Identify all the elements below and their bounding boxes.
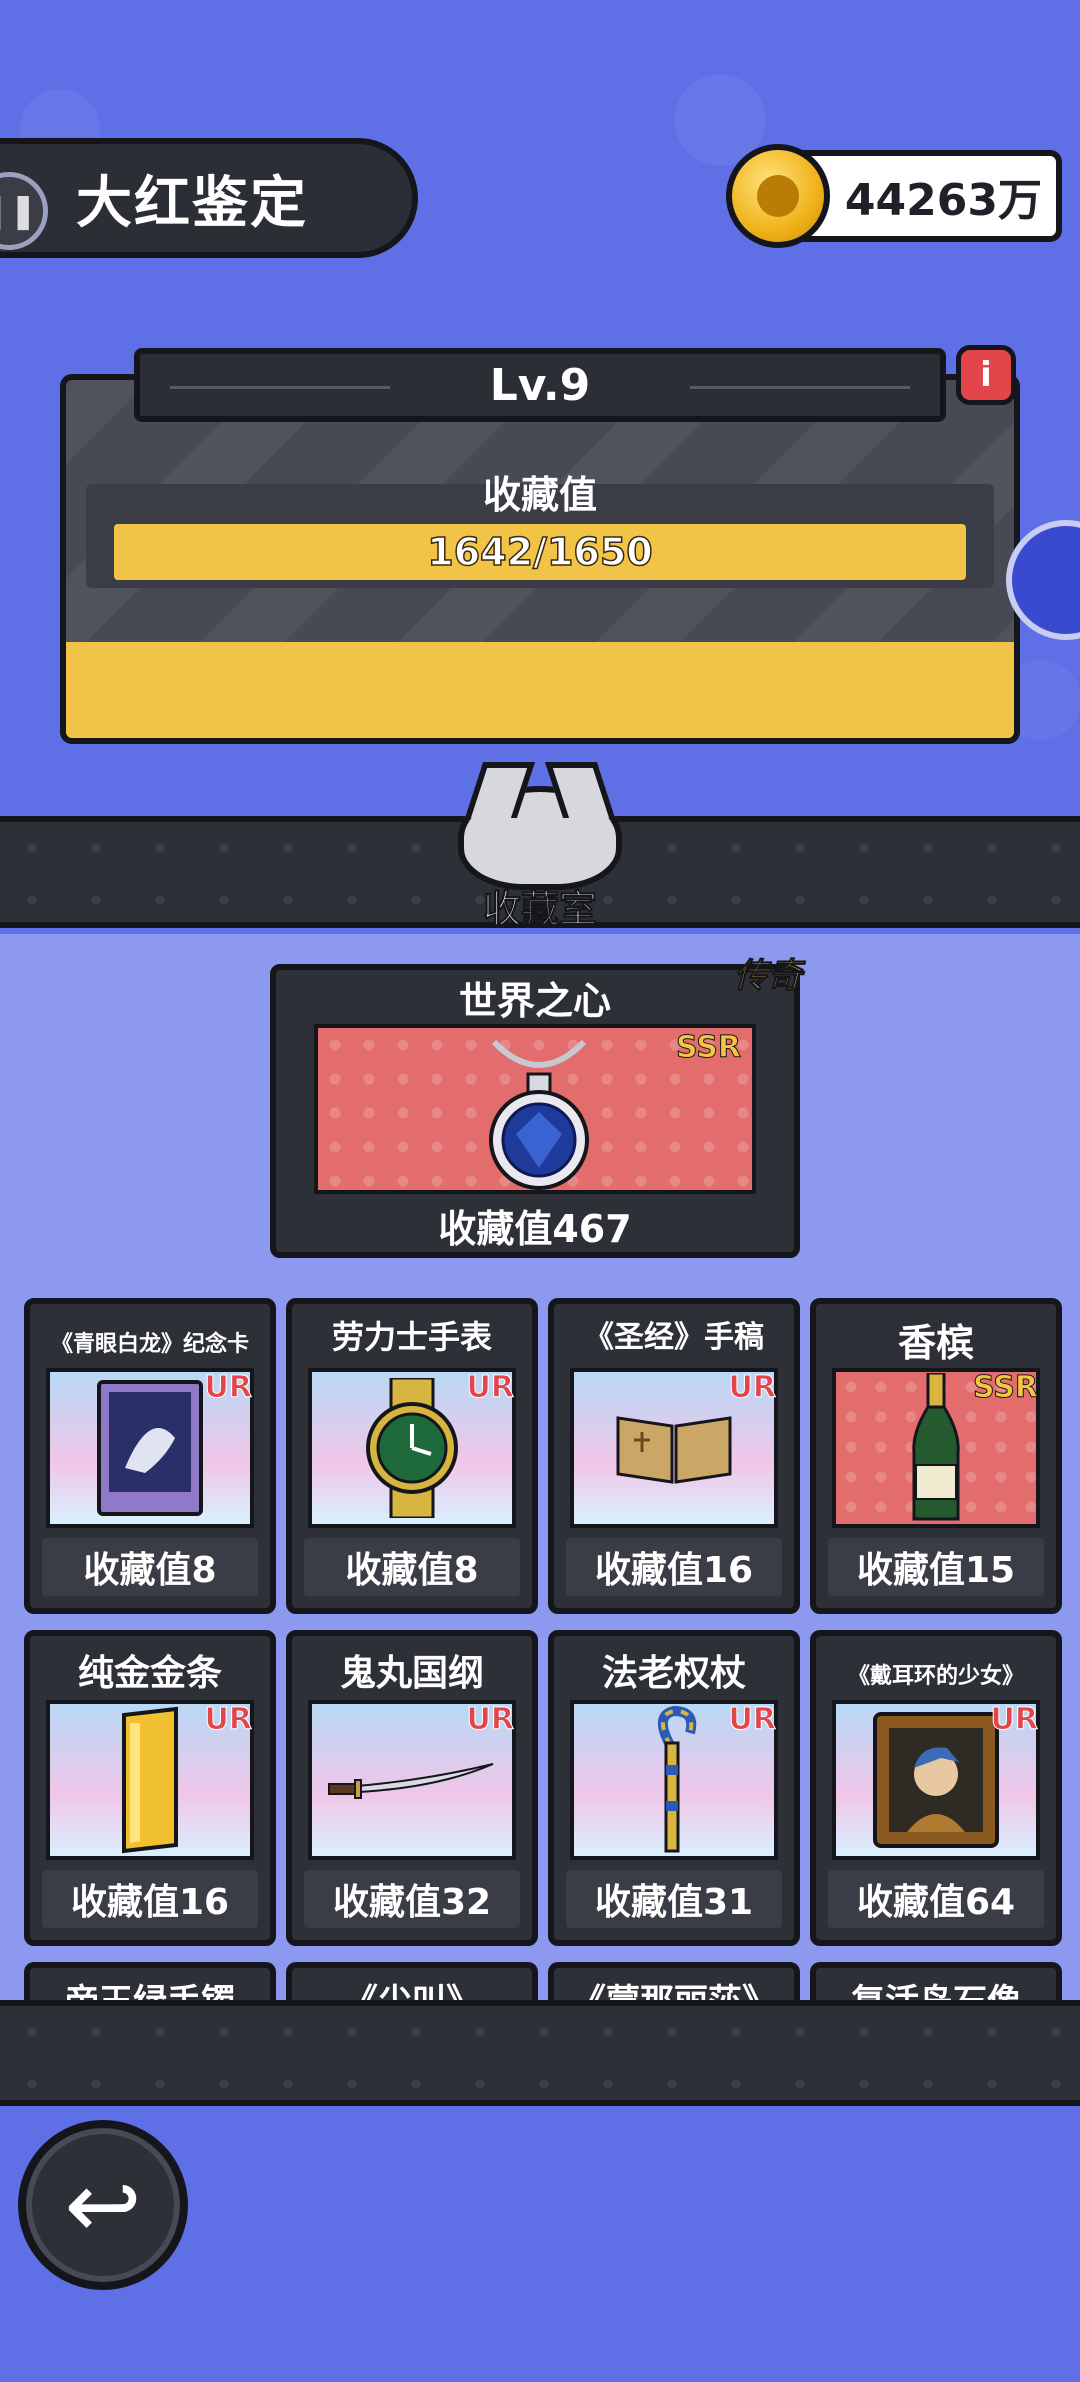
book-icon (616, 1416, 732, 1484)
level-tab: Lv.9 (134, 348, 946, 422)
item-name: 《圣经》手稿 (584, 1320, 764, 1355)
painting-icon (873, 1712, 999, 1848)
level-label: Lv.9 (489, 359, 591, 411)
item-card[interactable]: 香槟 SSR 收藏值15 (810, 1298, 1062, 1614)
featured-item-name: 世界之心 (458, 979, 611, 1023)
bottom-bar (0, 2000, 1080, 2106)
item-card[interactable]: 鬼丸国纲 UR 收藏值32 (286, 1630, 538, 1946)
wolf-mascot-icon (458, 786, 622, 890)
item-card[interactable]: 纯金金条 UR 收藏值16 (24, 1630, 276, 1946)
rarity-badge: UR (728, 1370, 776, 1406)
item-name: 劳力士手表 (331, 1318, 492, 1356)
item-value: 收藏值15 (828, 1538, 1044, 1596)
item-value: 收藏值8 (304, 1538, 520, 1596)
rarity-badge: UR (466, 1702, 514, 1738)
gold-bar-icon (122, 1706, 178, 1854)
item-card[interactable]: 法老权杖 UR 收藏值31 (548, 1630, 800, 1946)
collection-room-label: 收藏室 (482, 887, 597, 932)
title-plate: 大红鉴定 (0, 138, 418, 258)
rarity-badge: UR (990, 1702, 1038, 1738)
item-name: 鬼丸国纲 (339, 1653, 484, 1694)
item-card[interactable]: 劳力士手表 UR 收藏值8 (286, 1298, 538, 1614)
progress-text: 1642/1650 (427, 529, 654, 575)
rarity-badge: UR (204, 1370, 252, 1406)
item-name: 纯金金条 (77, 1653, 222, 1694)
item-value: 收藏值31 (566, 1870, 782, 1928)
item-card[interactable]: 《戴耳环的少女》 UR 收藏值64 (810, 1630, 1062, 1946)
info-button[interactable]: i (956, 345, 1016, 405)
item-card[interactable]: 《青眼白龙》纪念卡 UR 收藏值8 (24, 1298, 276, 1614)
item-value: 收藏值8 (42, 1538, 258, 1596)
return-arrow-icon: ↩ (64, 2151, 142, 2259)
item-value: 收藏值16 (566, 1538, 782, 1596)
item-value: 收藏值16 (42, 1870, 258, 1928)
item-name: 香槟 (897, 1321, 974, 1365)
item-name: 《戴耳环的少女》 (847, 1664, 1024, 1689)
coin-amount: 44263万 (844, 175, 1042, 226)
rarity-badge: UR (466, 1370, 514, 1406)
collect-value-label: 收藏值 (482, 473, 597, 517)
rarity-badge: UR (204, 1702, 252, 1738)
info-icon: i (980, 355, 992, 395)
champagne-icon (912, 1373, 960, 1521)
featured-item-value: 收藏值467 (438, 1207, 632, 1251)
rarity-badge: UR (728, 1702, 776, 1738)
collect-progress-bar: 1642/1650 (114, 524, 966, 580)
katana-icon (328, 1763, 494, 1799)
featured-rarity-badge: SSR (676, 1030, 742, 1066)
dragon-card-icon (97, 1380, 203, 1516)
pause-icon: ❚❚ (0, 191, 38, 231)
rarity-badge: SSR (973, 1370, 1039, 1406)
item-name: 《青眼白龙》纪念卡 (50, 1332, 249, 1357)
return-button[interactable]: ↩ (18, 2120, 188, 2290)
item-value: 收藏值64 (828, 1870, 1044, 1928)
item-name: 法老权杖 (601, 1653, 746, 1694)
item-value: 收藏值32 (304, 1870, 520, 1928)
page-title: 大红鉴定 (76, 170, 308, 236)
skull-coin-icon (726, 144, 830, 248)
item-card[interactable]: 《圣经》手稿 UR 收藏值16 (548, 1298, 800, 1614)
watch-icon (366, 1378, 458, 1518)
scepter-icon (658, 1705, 697, 1853)
